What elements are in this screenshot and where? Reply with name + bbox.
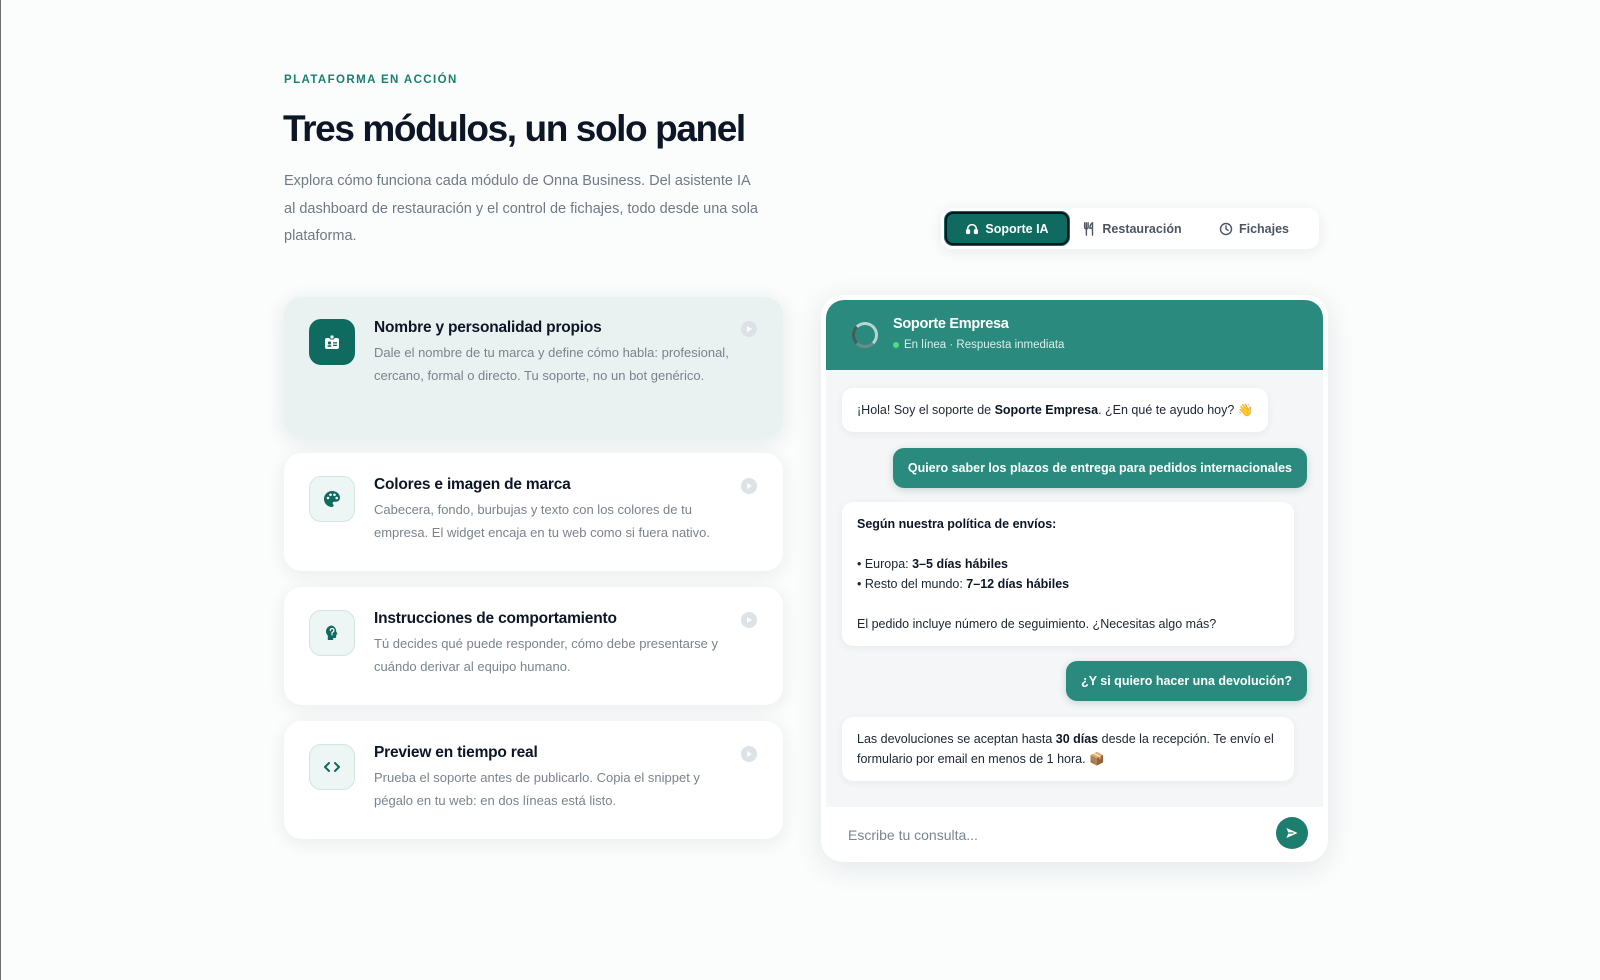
- feature-title: Preview en tiempo real: [374, 744, 538, 761]
- message-text: ¡Hola! Soy el soporte de: [857, 403, 995, 417]
- head-question-icon: [326, 625, 338, 640]
- chat-header: Soporte Empresa En línea · Respuesta inm…: [826, 300, 1323, 370]
- tab-label: Soporte IA: [985, 221, 1049, 236]
- feature-icon-box: [309, 476, 355, 522]
- feature-card-nombre[interactable]: Nombre y personalidad propios Dale el no…: [284, 297, 783, 438]
- tab-label: Fichajes: [1238, 221, 1290, 236]
- feature-icon-box: [309, 744, 355, 790]
- message-text: . ¿En qué te ayudo hoy? 👋: [1098, 403, 1254, 417]
- tab-soporte-ia[interactable]: Soporte IA: [945, 212, 1069, 245]
- window-edge: [0, 0, 1, 980]
- chat-input[interactable]: Escribe tu consulta...: [826, 807, 1323, 857]
- palette-icon: [324, 491, 340, 507]
- feature-description: Cabecera, fondo, burbujas y texto con lo…: [374, 502, 711, 540]
- tab-fichajes[interactable]: Fichajes: [1195, 212, 1313, 245]
- headset-icon: [966, 223, 979, 234]
- tab-restauracion[interactable]: Restauración: [1069, 212, 1195, 245]
- feature-title: Instrucciones de comportamiento: [374, 610, 617, 627]
- message-text: Las devoluciones se aceptan hasta: [857, 732, 1056, 746]
- send-icon: [1286, 828, 1298, 838]
- message-line: El pedido incluye número de seguimiento.…: [857, 617, 1217, 631]
- feature-title: Nombre y personalidad propios: [374, 319, 602, 336]
- message-heading: Según nuestra política de envíos:: [857, 514, 1279, 534]
- play-icon: [741, 746, 757, 762]
- send-button[interactable]: [1276, 817, 1308, 849]
- user-message: Quiero saber los plazos de entrega para …: [892, 448, 1307, 488]
- message-bold: Según nuestra política de envíos:: [857, 517, 1057, 531]
- chat-avatar: [852, 322, 878, 348]
- message-text: • Resto del mundo:: [857, 577, 967, 591]
- feature-icon-box: [309, 610, 355, 656]
- bot-message: Las devoluciones se aceptan hasta 30 día…: [842, 717, 1294, 781]
- play-icon: [741, 612, 757, 628]
- play-icon: [741, 478, 757, 494]
- feature-description: Dale el nombre de tu marca y define cómo…: [374, 345, 729, 383]
- clock-icon: [1219, 222, 1233, 235]
- feature-card-preview[interactable]: Preview en tiempo real Prueba el soporte…: [284, 721, 783, 839]
- message-bold: 7–12 días hábiles: [966, 577, 1070, 591]
- feature-description: Tú decides qué puede responder, cómo deb…: [374, 636, 719, 674]
- page: PLATAFORMA EN ACCIÓN Tres módulos, un so…: [0, 0, 1600, 980]
- message-bold: Soporte Empresa: [994, 403, 1099, 417]
- bot-message: ¡Hola! Soy el soporte de Soporte Empresa…: [842, 388, 1269, 432]
- section-subtitle: Explora cómo funciona cada módulo de Onn…: [284, 173, 758, 244]
- bot-message: Según nuestra política de envíos: • Euro…: [842, 502, 1294, 646]
- utensils-icon: [1084, 221, 1094, 236]
- chat-status: En línea · Respuesta inmediata: [893, 339, 1064, 351]
- feature-card-colores[interactable]: Colores e imagen de marca Cabecera, fond…: [284, 453, 783, 571]
- chat-messages: ¡Hola! Soy el soporte de Soporte Empresa…: [826, 370, 1323, 807]
- section-title: Tres módulos, un solo panel: [283, 108, 746, 149]
- section-eyebrow: PLATAFORMA EN ACCIÓN: [284, 74, 458, 86]
- online-indicator: [893, 342, 899, 348]
- play-icon: [741, 321, 757, 337]
- feature-title: Colores e imagen de marca: [374, 476, 571, 493]
- module-tabs: Soporte IA Restauración Fichajes: [941, 208, 1319, 249]
- feature-icon-box: [309, 319, 355, 365]
- message-bold: 30 días: [1055, 732, 1099, 746]
- id-card-icon: [325, 334, 339, 349]
- chat-input-placeholder: Escribe tu consulta...: [848, 827, 978, 843]
- chat-status-text: En línea · Respuesta inmediata: [904, 339, 1065, 351]
- message-bold: 3–5 días hábiles: [912, 557, 1008, 571]
- message-line: • Resto del mundo: 7–12 días hábiles: [857, 574, 1279, 594]
- chat-widget: Soporte Empresa En línea · Respuesta inm…: [821, 295, 1328, 862]
- code-icon: [324, 762, 340, 772]
- chat-agent-name: Soporte Empresa: [893, 316, 1009, 332]
- feature-card-instrucciones[interactable]: Instrucciones de comportamiento Tú decid…: [284, 587, 783, 705]
- feature-description: Prueba el soporte antes de publicarlo. C…: [374, 770, 700, 808]
- message-line: • Europa: 3–5 días hábiles: [857, 554, 1279, 574]
- message-text: • Europa:: [857, 557, 913, 571]
- tab-label: Restauración: [1102, 221, 1182, 236]
- user-message: ¿Y si quiero hacer una devolución?: [1066, 661, 1307, 701]
